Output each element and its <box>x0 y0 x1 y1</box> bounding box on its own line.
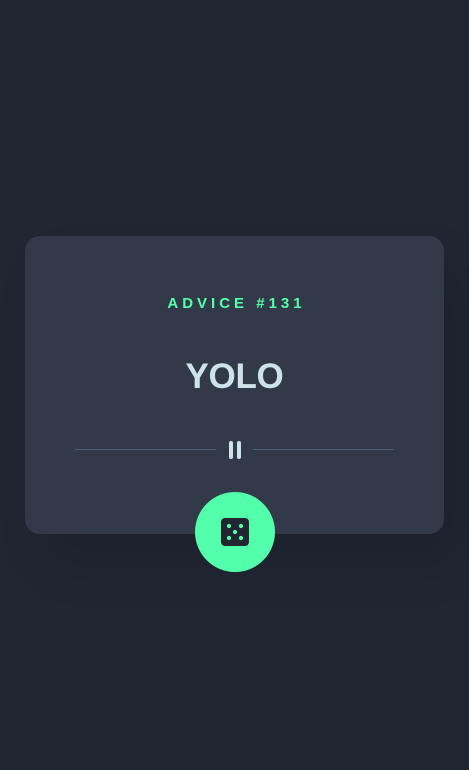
advice-card: ADVICE #131 YOLO <box>25 236 444 534</box>
divider-line-right <box>253 449 394 450</box>
generate-advice-button[interactable] <box>195 492 275 572</box>
page: ADVICE #131 YOLO <box>0 0 469 770</box>
advice-id: ADVICE #131 <box>167 295 306 312</box>
pause-icon <box>228 441 242 459</box>
pause-bar-right <box>237 441 241 459</box>
divider <box>75 440 394 460</box>
advice-text: YOLO <box>185 357 284 396</box>
divider-line-left <box>75 449 216 450</box>
pause-bar-left <box>229 441 233 459</box>
dice-icon <box>221 518 249 546</box>
